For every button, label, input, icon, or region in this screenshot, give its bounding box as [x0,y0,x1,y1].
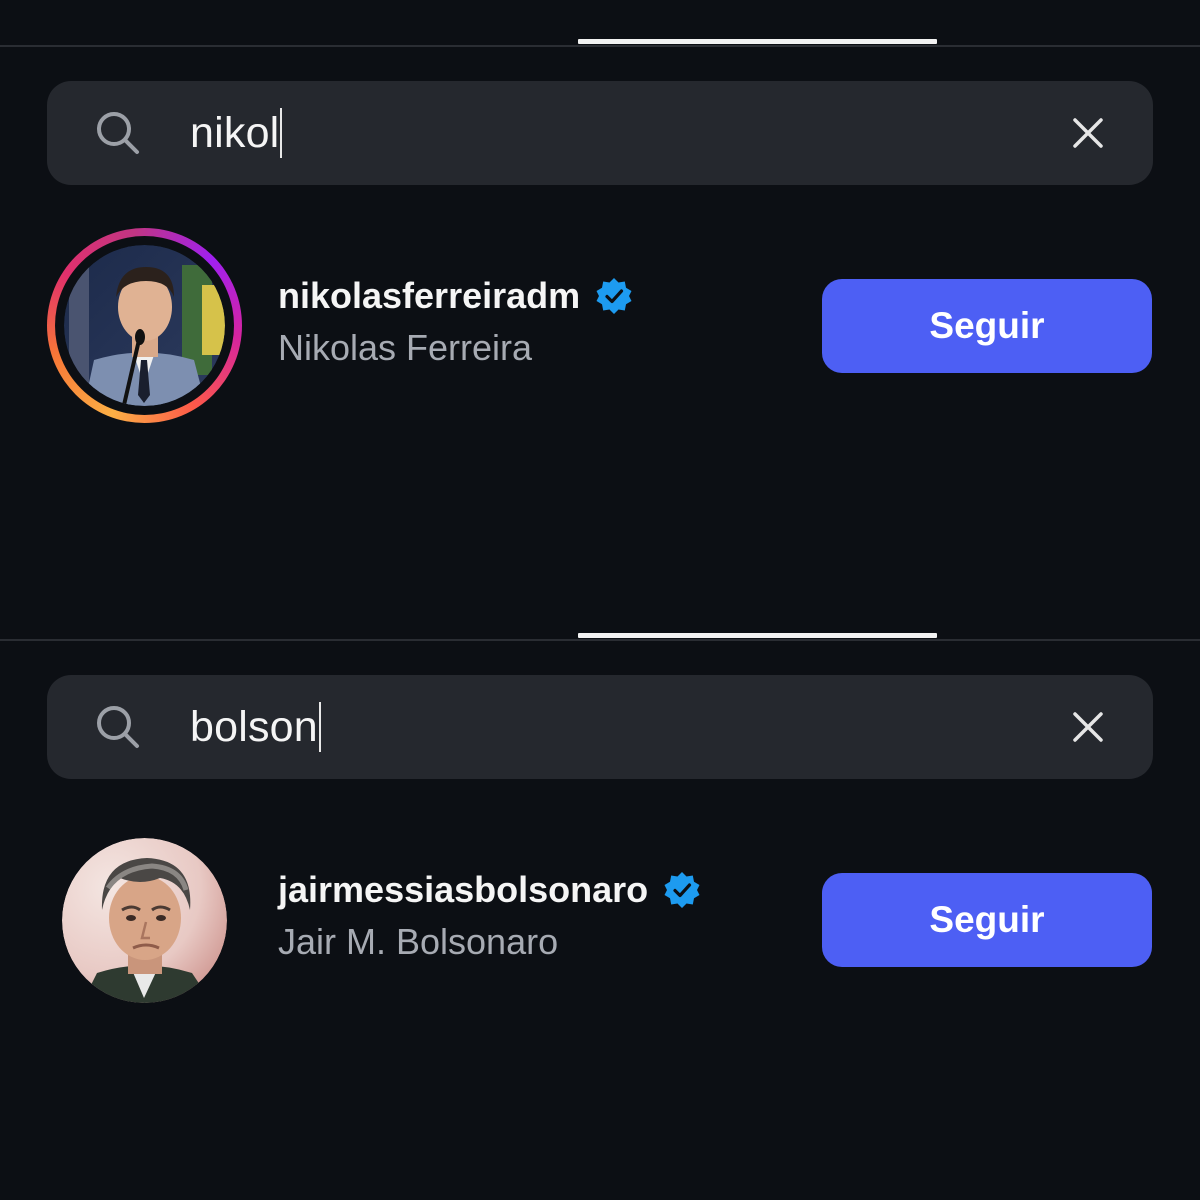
username-text: nikolasferreiradm [278,275,581,316]
avatar[interactable] [62,838,227,1003]
username[interactable]: nikolasferreiradm [278,274,634,318]
avatar[interactable] [64,245,225,406]
verified-badge-icon [596,278,632,314]
verified-badge-icon [664,872,700,908]
search-panel-bottom: bolson jairmessiasbolsonaro Jair M. Bols… [0,594,1200,1200]
tab-bar-divider [0,639,1200,641]
full-name: Nikolas Ferreira [278,327,533,368]
search-input-value: nikol [190,109,280,157]
text-caret [318,702,321,752]
close-icon[interactable] [1066,705,1110,749]
close-icon[interactable] [1066,111,1110,155]
full-name: Jair M. Bolsonaro [278,921,559,962]
follow-button[interactable]: Seguir [822,873,1152,967]
search-input[interactable]: bolson [190,701,321,753]
search-icon[interactable] [94,109,142,157]
text-caret [280,108,283,158]
search-input-value: bolson [190,703,318,751]
search-input[interactable]: nikol [190,107,283,159]
active-tab-indicator [578,633,937,638]
active-tab-indicator [578,39,937,44]
tab-bar-divider [0,45,1200,47]
search-icon[interactable] [94,703,142,751]
search-panel-top: nikol nikolasferreiradm Nikolas Ferreira… [0,0,1200,594]
follow-button[interactable]: Seguir [822,279,1152,373]
username-text: jairmessiasbolsonaro [278,869,649,910]
username[interactable]: jairmessiasbolsonaro [278,868,702,912]
